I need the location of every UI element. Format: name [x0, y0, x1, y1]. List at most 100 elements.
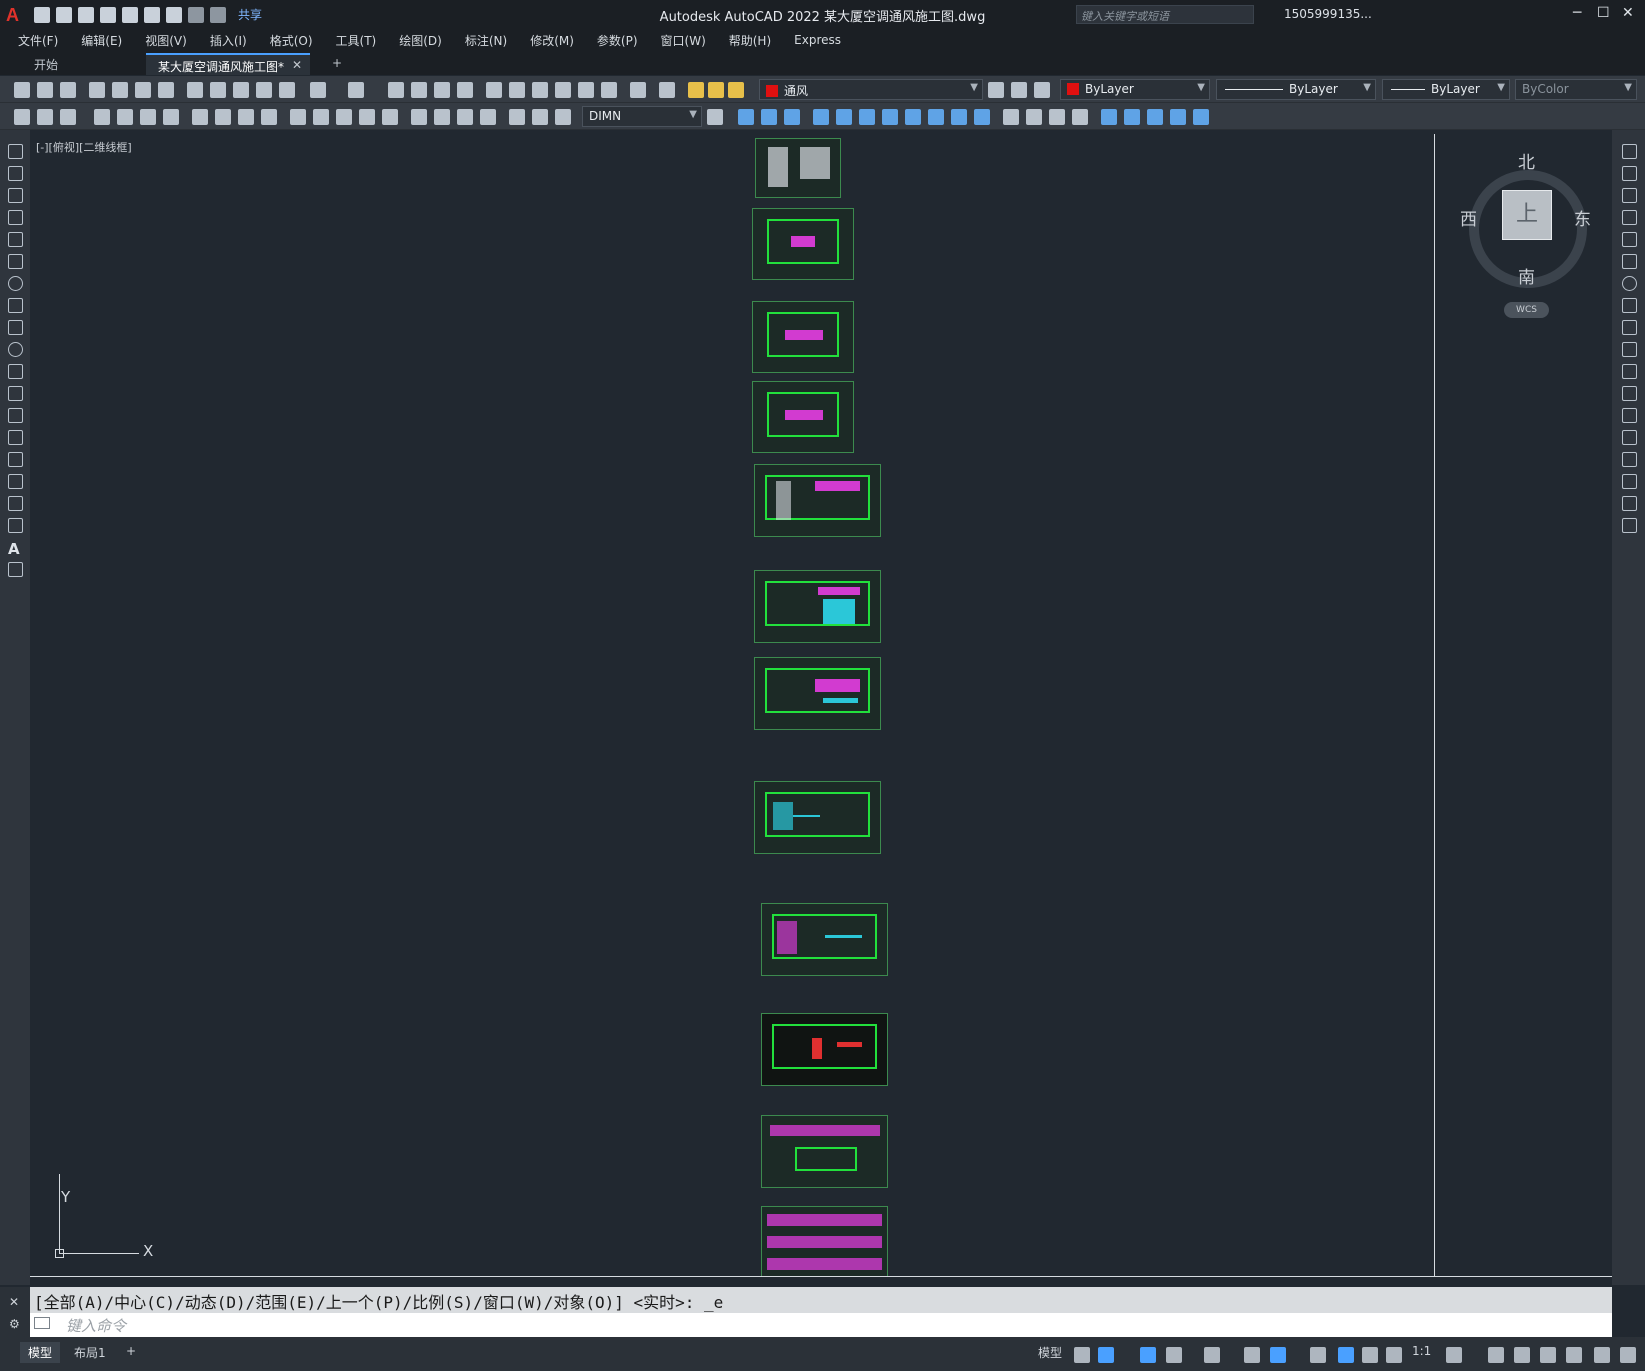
- chamfer-icon[interactable]: [1049, 109, 1065, 125]
- quick-dimension-icon[interactable]: [290, 109, 306, 125]
- menu-parametric[interactable]: 参数(P): [597, 32, 638, 49]
- radius-dimension-icon[interactable]: [192, 109, 208, 125]
- ellipse-icon[interactable]: [8, 342, 23, 357]
- dimension-style-icon[interactable]: [14, 109, 30, 125]
- explode-icon[interactable]: [1622, 518, 1637, 533]
- tolerance-icon[interactable]: [411, 109, 427, 125]
- layer-dropdown[interactable]: 通风 ▼: [759, 79, 983, 100]
- grid-icon[interactable]: [1074, 1347, 1090, 1363]
- redo-icon[interactable]: [210, 6, 226, 23]
- drawing-sheet-5[interactable]: [754, 464, 881, 537]
- offset-icon[interactable]: [813, 109, 829, 125]
- jogged-linear-icon[interactable]: [480, 109, 496, 125]
- layer-on-icon[interactable]: [688, 82, 704, 98]
- ortho-icon[interactable]: [1140, 1347, 1156, 1363]
- menu-express[interactable]: Express: [794, 33, 841, 47]
- array-icon[interactable]: [1622, 232, 1637, 247]
- dimension-text-edit-icon[interactable]: [532, 109, 548, 125]
- compass-west[interactable]: 西: [1460, 205, 1477, 230]
- plot-icon[interactable]: [89, 82, 105, 98]
- save-icon[interactable]: [78, 6, 94, 23]
- new-tab-button[interactable]: +: [320, 53, 354, 75]
- command-prompt-icon[interactable]: [34, 1317, 50, 1329]
- isolate-objects-icon[interactable]: [1566, 1347, 1582, 1363]
- move-icon[interactable]: [1622, 254, 1637, 269]
- save-icon[interactable]: [60, 82, 76, 98]
- menu-modify[interactable]: 修改(M): [530, 32, 574, 49]
- scale-icon[interactable]: [1622, 298, 1637, 313]
- drawing-sheet-10[interactable]: [761, 1013, 888, 1086]
- menu-edit[interactable]: 编辑(E): [81, 32, 122, 49]
- mirror-icon[interactable]: [784, 109, 800, 125]
- redo-icon[interactable]: [348, 82, 364, 98]
- trim-icon[interactable]: [951, 109, 967, 125]
- pan-icon[interactable]: [388, 82, 404, 98]
- units-icon[interactable]: [1514, 1347, 1530, 1363]
- erase-icon[interactable]: [738, 109, 754, 125]
- publish-icon[interactable]: [135, 82, 151, 98]
- maximize-button[interactable]: ☐: [1597, 5, 1610, 21]
- markup-icon[interactable]: [578, 82, 594, 98]
- viewport-controls-label[interactable]: [-][俯视][二维线框]: [36, 139, 132, 155]
- 3d-print-icon[interactable]: [158, 82, 174, 98]
- menu-help[interactable]: 帮助(H): [729, 32, 771, 49]
- user-account[interactable]: 1505999135...: [1284, 7, 1372, 21]
- erase-icon[interactable]: [1622, 144, 1637, 159]
- design-center-icon[interactable]: [509, 82, 525, 98]
- stretch-icon[interactable]: [1622, 320, 1637, 335]
- menu-dimension[interactable]: 标注(N): [465, 32, 507, 49]
- drawing-sheet-12[interactable]: [761, 1206, 888, 1277]
- explode-icon[interactable]: [1101, 109, 1117, 125]
- annotation-scale-value[interactable]: 1:1: [1404, 1342, 1439, 1360]
- menu-window[interactable]: 窗口(W): [661, 32, 706, 49]
- layer-freeze-icon[interactable]: [708, 82, 724, 98]
- array-icon[interactable]: [836, 109, 852, 125]
- mirror-icon[interactable]: [1622, 188, 1637, 203]
- center-mark-icon[interactable]: [434, 109, 450, 125]
- zoom-realtime-icon[interactable]: [411, 82, 427, 98]
- drawing-sheet-7[interactable]: [754, 657, 881, 730]
- copy-object-icon[interactable]: [761, 109, 777, 125]
- dimension-space-icon[interactable]: [359, 109, 375, 125]
- layer-state-icon[interactable]: [1034, 82, 1050, 98]
- layer-properties-icon[interactable]: [659, 82, 675, 98]
- drawing-sheet-2[interactable]: [752, 208, 854, 280]
- tab-model[interactable]: 模型: [20, 1342, 61, 1363]
- undo-icon[interactable]: [188, 6, 204, 23]
- publish-icon[interactable]: [122, 6, 138, 23]
- gradient-icon[interactable]: [8, 474, 23, 489]
- undo-icon[interactable]: [310, 82, 326, 98]
- annotation-monitor-icon[interactable]: [1488, 1347, 1504, 1363]
- fillet-icon[interactable]: [1072, 109, 1088, 125]
- customize-icon[interactable]: ⚙: [9, 1317, 20, 1331]
- lineweight-icon[interactable]: [1310, 1347, 1326, 1363]
- circle-icon[interactable]: [8, 276, 23, 291]
- break-icon[interactable]: [1622, 408, 1637, 423]
- menu-file[interactable]: 文件(F): [18, 32, 58, 49]
- workspace-gear-icon[interactable]: [1446, 1347, 1462, 1363]
- baseline-dimension-icon[interactable]: [313, 109, 329, 125]
- construction-line-icon[interactable]: [8, 166, 23, 181]
- save-as-icon[interactable]: [100, 6, 116, 23]
- new-file-icon[interactable]: [34, 6, 50, 23]
- diameter-dimension-icon[interactable]: [238, 109, 254, 125]
- region-icon[interactable]: [1193, 109, 1209, 125]
- add-layout-button[interactable]: +: [118, 1342, 144, 1360]
- break-at-point-icon[interactable]: [1622, 386, 1637, 401]
- object-snap-tracking-icon[interactable]: [1244, 1347, 1260, 1363]
- properties-icon[interactable]: [486, 82, 502, 98]
- region-icon[interactable]: [8, 496, 23, 511]
- viewcube-top-face[interactable]: 上: [1502, 190, 1552, 240]
- blend-curves-icon[interactable]: [1622, 496, 1637, 511]
- snap-icon[interactable]: [1098, 1347, 1114, 1363]
- reassociate-icon[interactable]: [555, 109, 571, 125]
- move-icon[interactable]: [859, 109, 875, 125]
- plot-icon[interactable]: [166, 6, 182, 23]
- dimstyle-dropdown[interactable]: DIMN ▼: [582, 106, 702, 127]
- close-icon[interactable]: ✕: [9, 1295, 19, 1309]
- dimension-break-icon[interactable]: [382, 109, 398, 125]
- preview-icon[interactable]: [112, 82, 128, 98]
- auto-scale-icon[interactable]: [1362, 1347, 1378, 1363]
- spline-icon[interactable]: [8, 320, 23, 335]
- new-icon[interactable]: [14, 82, 30, 98]
